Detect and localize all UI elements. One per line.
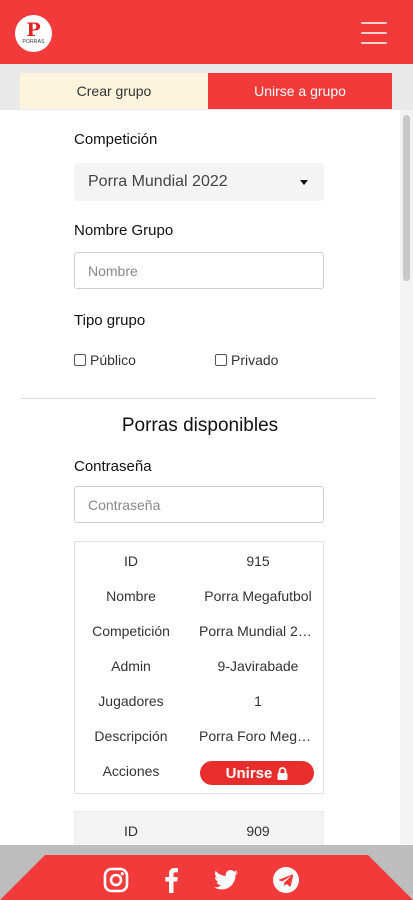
lock-icon bbox=[277, 766, 288, 780]
public-label: Público bbox=[90, 352, 136, 368]
pool-row: Admin 9-Javirabade bbox=[75, 649, 325, 684]
pool-card: ID 909 bbox=[74, 811, 324, 845]
available-pools-title: Porras disponibles bbox=[121, 415, 279, 436]
pool-row-key: Descripción bbox=[94, 728, 168, 744]
caret-down-icon bbox=[300, 180, 308, 185]
checkbox-box bbox=[215, 354, 227, 366]
competition-select[interactable]: Porra Mundial 2022 bbox=[74, 163, 324, 201]
pool-row-key: ID bbox=[124, 823, 138, 839]
private-checkbox[interactable]: Privado bbox=[215, 352, 278, 368]
tab-crear-grupo[interactable]: Crear grupo bbox=[20, 73, 208, 109]
pool-row-key: Competición bbox=[92, 623, 170, 639]
group-name-label: Nombre Grupo bbox=[74, 222, 174, 239]
pool-row-value: 915 bbox=[246, 553, 270, 569]
instagram-icon[interactable] bbox=[102, 866, 130, 894]
join-group-panel: Competición Porra Mundial 2022 Nombre Gr… bbox=[0, 110, 400, 845]
pool-row-key: Nombre bbox=[106, 588, 156, 604]
pool-card: ID 915 Nombre Porra Megafutbol Competici… bbox=[74, 541, 324, 794]
scrollbar-thumb[interactable] bbox=[403, 115, 410, 281]
footer-band bbox=[0, 855, 413, 900]
pool-row: Descripción Porra Foro Megafutbol bbox=[75, 719, 325, 754]
public-checkbox[interactable]: Público bbox=[74, 352, 136, 368]
pool-row-value: Porra Foro Megafutbol bbox=[199, 728, 317, 744]
group-name-input[interactable] bbox=[74, 252, 324, 289]
app-logo[interactable]: P PORRAS bbox=[15, 15, 52, 52]
top-bar: P PORRAS bbox=[0, 0, 413, 64]
pool-row: Nombre Porra Megafutbol bbox=[75, 579, 325, 614]
competition-value: Porra Mundial 2022 bbox=[88, 173, 228, 190]
pool-row-value: Porra Mundial 2022 bbox=[199, 623, 317, 639]
pool-actions-row: Acciones Unirse bbox=[75, 754, 325, 789]
pool-row-value: 1 bbox=[254, 693, 262, 709]
pool-row-value: Porra Megafutbol bbox=[204, 588, 312, 604]
scrollbar[interactable] bbox=[400, 110, 413, 845]
pool-row: ID 909 bbox=[75, 814, 325, 845]
group-tabs: Crear grupo Unirse a grupo bbox=[20, 73, 392, 109]
competition-label: Competición bbox=[74, 131, 158, 148]
section-divider bbox=[21, 398, 376, 399]
pool-row: ID 915 bbox=[75, 544, 325, 579]
hamburger-icon[interactable] bbox=[361, 22, 387, 44]
telegram-icon[interactable] bbox=[272, 866, 300, 894]
pool-row-key: ID bbox=[124, 553, 138, 569]
tab-unirse-grupo[interactable]: Unirse a grupo bbox=[208, 73, 392, 109]
facebook-icon[interactable] bbox=[158, 866, 186, 894]
twitter-icon[interactable] bbox=[212, 866, 240, 894]
pool-actions-label: Acciones bbox=[102, 763, 160, 779]
logo-text: PORRAS bbox=[22, 39, 45, 45]
password-input[interactable] bbox=[74, 486, 324, 523]
join-button[interactable]: Unirse bbox=[200, 761, 314, 785]
pool-row-value: 9-Javirabade bbox=[217, 658, 299, 674]
pool-row-key: Admin bbox=[111, 658, 151, 674]
group-type-label: Tipo grupo bbox=[74, 312, 146, 329]
private-label: Privado bbox=[231, 352, 279, 368]
pool-row-key: Jugadores bbox=[98, 693, 164, 709]
logo-letter: P bbox=[26, 19, 41, 41]
checkbox-box bbox=[74, 354, 86, 366]
footer bbox=[0, 845, 413, 900]
password-label: Contraseña bbox=[74, 458, 152, 475]
pool-row: Jugadores 1 bbox=[75, 684, 325, 719]
join-button-label: Unirse bbox=[225, 764, 273, 782]
pool-row: Competición Porra Mundial 2022 bbox=[75, 614, 325, 649]
pool-row-value: 909 bbox=[246, 823, 270, 839]
